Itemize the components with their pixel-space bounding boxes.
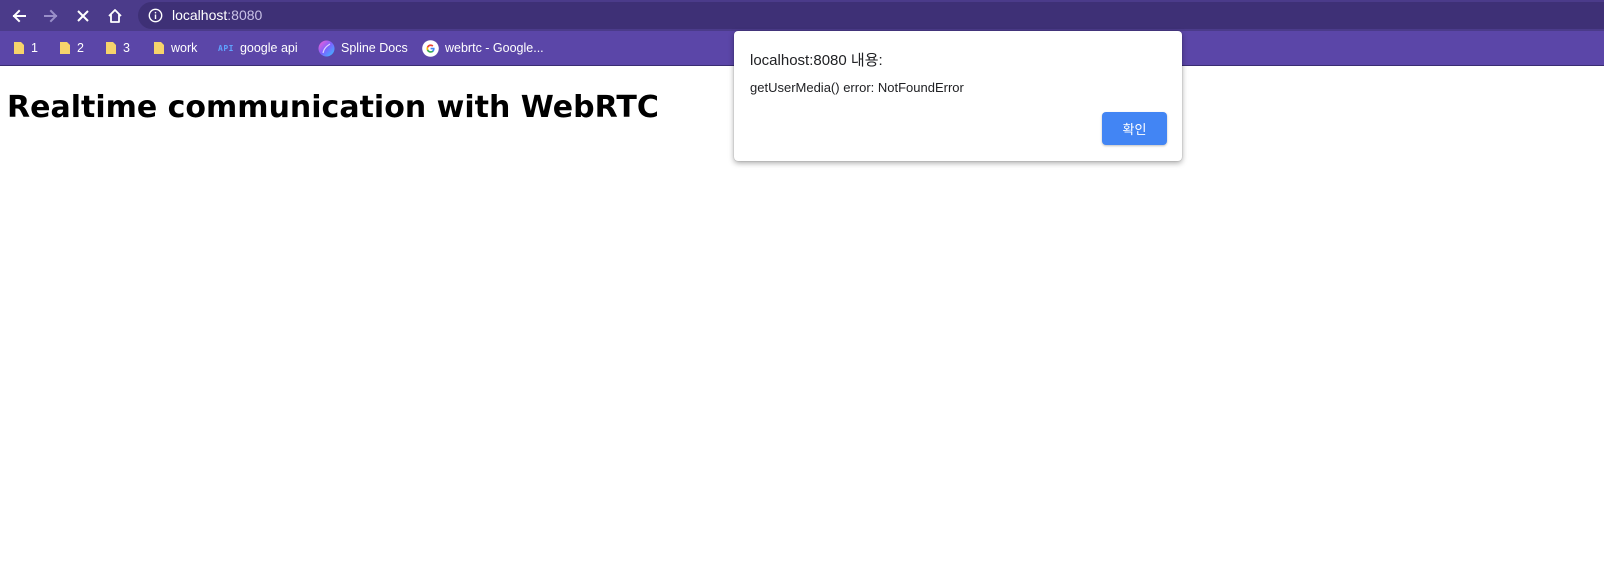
bookmark-folder-work[interactable]: work (153, 39, 197, 57)
bookmark-label: 1 (31, 41, 38, 55)
folder-icon (154, 42, 164, 54)
bookmark-webrtc-google[interactable]: webrtc - Google... (422, 39, 544, 57)
bookmark-google-api[interactable]: API google api (218, 39, 298, 57)
bookmark-label: webrtc - Google... (445, 41, 544, 55)
browser-toolbar: localhost:8080 (0, 0, 1604, 31)
bookmark-label: Spline Docs (341, 41, 408, 55)
bookmark-label: 2 (77, 41, 84, 55)
info-icon[interactable] (148, 8, 163, 23)
folder-icon (14, 42, 24, 54)
folder-icon (106, 42, 116, 54)
folder-icon (60, 42, 70, 54)
home-icon (108, 9, 122, 23)
google-logo-icon (422, 39, 439, 57)
dialog-ok-button[interactable]: 확인 (1102, 112, 1167, 145)
bookmark-folder-3[interactable]: 3 (105, 39, 130, 57)
api-icon: API (218, 43, 234, 53)
url-host: localhost (172, 7, 228, 23)
dialog-title: localhost:8080 내용: (750, 52, 883, 69)
url-text[interactable]: localhost:8080 (172, 7, 262, 24)
bookmark-folder-2[interactable]: 2 (59, 39, 84, 57)
home-button[interactable] (102, 3, 128, 29)
address-bar[interactable]: localhost:8080 (138, 2, 1604, 29)
page-title: Realtime communication with WebRTC (7, 90, 659, 125)
stop-loading-button[interactable] (70, 3, 96, 29)
spline-logo-icon (318, 40, 335, 56)
bookmark-label: work (171, 41, 198, 55)
forward-button[interactable] (38, 3, 64, 29)
dialog-message: getUserMedia() error: NotFoundError (750, 80, 964, 95)
bookmark-spline-docs[interactable]: Spline Docs (318, 39, 408, 57)
url-port: :8080 (227, 7, 263, 23)
back-button[interactable] (6, 3, 32, 29)
bookmark-label: google api (239, 41, 298, 55)
arrow-left-icon (12, 9, 26, 23)
arrow-right-icon (44, 9, 58, 23)
alert-dialog: localhost:8080 내용: getUserMedia() error:… (734, 31, 1182, 161)
bookmark-folder-1[interactable]: 1 (13, 39, 38, 57)
close-icon (77, 10, 89, 22)
bookmark-label: 3 (123, 41, 130, 55)
